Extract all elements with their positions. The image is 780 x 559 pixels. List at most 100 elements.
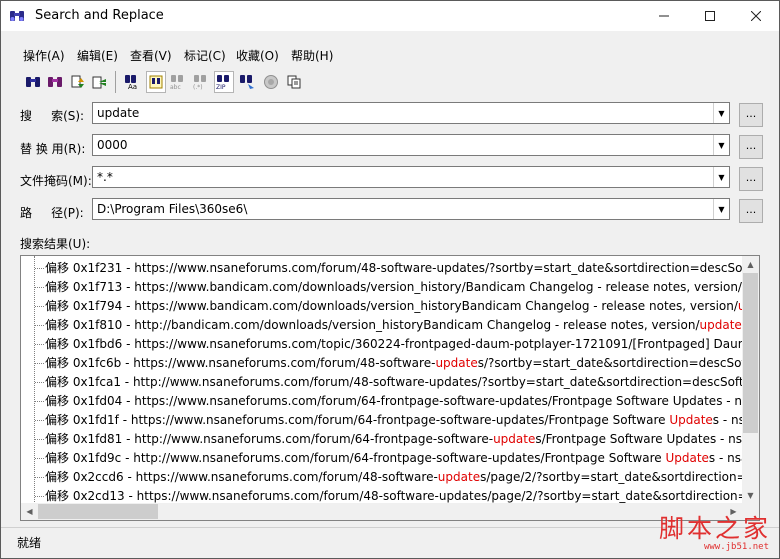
search-input[interactable]: update ▼ [92,102,730,124]
svg-text:ZIP: ZIP [216,84,226,90]
chevron-down-icon: ▼ [718,140,725,150]
result-text: 偏移 0x2cd13 - https://www.nsaneforums.com… [45,487,743,504]
svg-text:abc: abc [170,84,181,90]
result-text: 偏移 0x1fd81 - http://www.nsaneforums.com/… [45,430,743,449]
replace-browse-button[interactable]: ... [739,135,763,159]
abc-icon: abc [170,75,183,90]
file-mask-input[interactable]: *.* ▼ [92,166,730,188]
scroll-left-icon[interactable]: ◀ [21,503,38,520]
result-text: 偏移 0x1fbd6 - https://www.nsaneforums.com… [45,335,743,354]
match-case-icon: Aa [125,75,137,90]
menu-mark[interactable]: 标记(C) [184,47,226,64]
title-bar: Search and Replace [1,1,779,31]
scroll-up-icon[interactable]: ▲ [742,256,759,273]
search-browse-button[interactable]: ... [739,103,763,127]
chevron-down-icon: ▼ [718,204,725,214]
search-dropdown-button[interactable]: ▼ [713,103,729,123]
find-replace-button[interactable] [67,71,87,93]
find-replace-icon [71,75,84,88]
abc-button[interactable]: abc [168,71,188,93]
match-case-button[interactable]: Aa [123,71,143,93]
advanced-search-icon [240,75,254,89]
replace-all-icon [92,76,106,89]
result-text-pre: 偏移 0x2ccd6 - https://www.nsaneforums.com… [45,470,438,484]
results-list[interactable]: 偏移 0x1f231 - https://www.nsaneforums.com… [20,255,760,521]
replace-input[interactable]: 0000 ▼ [92,134,730,156]
result-text-pre: 偏移 0x2cd13 - https://www.nsaneforums.com… [45,489,743,503]
maximize-button[interactable] [687,1,733,31]
tree-connector [35,268,44,269]
close-icon [751,11,761,21]
horizontal-scroll-thumb[interactable] [38,504,158,519]
results-label: 搜索结果(U): [20,237,91,251]
menu-favorites[interactable]: 收藏(O) [236,47,279,64]
mask-browse-button[interactable]: ... [739,167,763,191]
find-button[interactable] [23,71,43,93]
file-mask-value: *.* [97,170,113,184]
stop-button[interactable] [261,71,281,93]
search-value: update [97,106,140,120]
result-text-post: s/Frontpage Software Updates - nsa [535,432,743,446]
mask-label: 文件掩码(M): [20,174,92,188]
mask-dropdown-button[interactable]: ▼ [713,167,729,187]
advanced-search-button[interactable] [237,71,257,93]
result-row[interactable]: 偏移 0x1f794 - https://www.bandicam.com/do… [21,297,743,316]
find-all-icon [48,77,62,87]
result-text-pre: 偏移 0x1f231 - https://www.nsaneforums.com… [45,261,743,275]
tree-connector [35,363,44,364]
menu-view[interactable]: 查看(V) [130,47,172,64]
zip-search-button[interactable]: ZIP [214,71,234,93]
result-text: 偏移 0x1fd04 - https://www.nsaneforums.com… [45,392,743,411]
result-row[interactable]: 偏移 0x1fbd6 - https://www.nsaneforums.com… [21,335,743,354]
replace-all-button[interactable] [89,71,109,93]
find-all-button[interactable] [45,71,65,93]
result-text-pre: 偏移 0x1fbd6 - https://www.nsaneforums.com… [45,337,743,351]
result-row[interactable]: 偏移 0x2cd13 - https://www.nsaneforums.com… [21,487,743,504]
result-row[interactable]: 偏移 0x1fc6b - https://www.nsaneforums.com… [21,354,743,373]
result-text-post: s - nsa [712,413,743,427]
result-row[interactable]: 偏移 0x1fd9c - http://www.nsaneforums.com/… [21,449,743,468]
vertical-scrollbar[interactable]: ▲ ▼ [742,256,759,504]
result-row[interactable]: 偏移 0x1fca1 - http://www.nsaneforums.com/… [21,373,743,392]
path-label: 路 径(P): [20,206,84,220]
results-viewport: 偏移 0x1f231 - https://www.nsaneforums.com… [21,256,743,504]
regex-button[interactable]: (.*) [191,71,211,93]
window-title: Search and Replace [35,8,164,23]
replace-dropdown-button[interactable]: ▼ [713,135,729,155]
result-text-pre: 偏移 0x1fd04 - https://www.nsaneforums.com… [45,394,743,408]
svg-text:Aa: Aa [128,83,137,90]
result-text-pre: 偏移 0x1f794 - https://www.bandicam.com/do… [45,299,738,313]
menu-help[interactable]: 帮助(H) [291,47,333,64]
path-browse-button[interactable]: ... [739,199,763,223]
vertical-scroll-thumb[interactable] [743,273,758,433]
tree-connector [35,439,44,440]
result-text-pre: 偏移 0x1fc6b - https://www.nsaneforums.com… [45,356,436,370]
result-row[interactable]: 偏移 0x1f713 - https://www.bandicam.com/do… [21,278,743,297]
result-text: 偏移 0x1fd9c - http://www.nsaneforums.com/… [45,449,743,468]
result-text: 偏移 0x1f810 - http://bandicam.com/downloa… [45,316,743,335]
result-text: 偏移 0x2ccd6 - https://www.nsaneforums.com… [45,468,743,487]
binoculars-icon [10,11,24,21]
whole-word-button[interactable] [146,71,166,93]
close-button[interactable] [733,1,779,31]
result-text-pre: 偏移 0x1f713 - https://www.bandicam.com/do… [45,280,742,294]
path-input[interactable]: D:\Program Files\360se6\ ▼ [92,198,730,220]
result-row[interactable]: 偏移 0x1f810 - http://bandicam.com/downloa… [21,316,743,335]
result-row[interactable]: 偏移 0x1fd1f - https://www.nsaneforums.com… [21,411,743,430]
minimize-button[interactable] [641,1,687,31]
result-match-highlight: update [435,356,478,370]
result-row[interactable]: 偏移 0x1fd81 - http://www.nsaneforums.com/… [21,430,743,449]
menu-edit[interactable]: 编辑(E) [77,47,118,64]
menu-action[interactable]: 操作(A) [23,47,65,64]
result-row[interactable]: 偏移 0x2ccd6 - https://www.nsaneforums.com… [21,468,743,487]
minimize-icon [659,15,669,17]
chevron-down-icon: ▼ [718,108,725,118]
copy-button[interactable] [284,71,304,93]
toolbar-separator [115,71,116,93]
path-dropdown-button[interactable]: ▼ [713,199,729,219]
result-text: 偏移 0x1fca1 - http://www.nsaneforums.com/… [45,373,743,392]
tree-connector [35,420,44,421]
result-row[interactable]: 偏移 0x1f231 - https://www.nsaneforums.com… [21,259,743,278]
result-row[interactable]: 偏移 0x1fd04 - https://www.nsaneforums.com… [21,392,743,411]
scroll-down-icon[interactable]: ▼ [742,487,759,504]
